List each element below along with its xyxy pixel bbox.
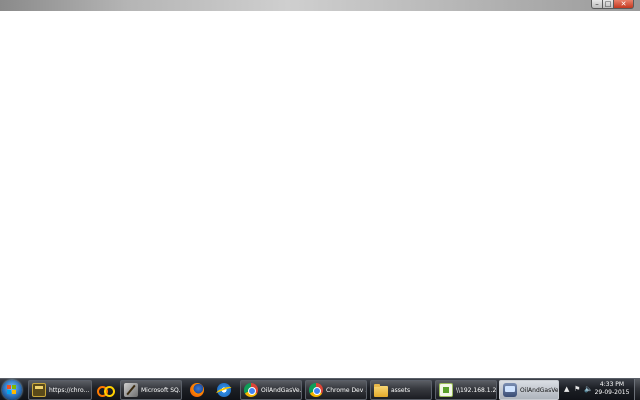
minimize-button[interactable]: – [591, 0, 603, 9]
clock-time: 4:33 PM [599, 381, 625, 388]
taskbar-item-label: https://chro... [49, 386, 90, 394]
taskbar-item-pinned-app[interactable] [94, 380, 116, 400]
taskbar-item-label: Microsoft SQ... [141, 386, 181, 394]
windows-logo-icon [7, 385, 17, 395]
window-title-bar[interactable]: – □ ✕ [0, 0, 640, 11]
maximize-button[interactable]: □ [603, 0, 614, 9]
taskbar-item-internet-explorer[interactable] [213, 380, 235, 400]
taskbar-item-label: OilAndGasVeri... [520, 386, 558, 394]
action-center-flag-icon[interactable]: ⚑ [574, 385, 580, 394]
clock[interactable]: 4:33 PM 29-09-2015 [592, 381, 632, 397]
system-tray: ▲ ⚑ 🔈 4:33 PM 29-09-2015 [562, 379, 640, 400]
chrome-icon [309, 383, 323, 397]
taskbar-item-label: assets [391, 386, 411, 394]
firefox-icon [190, 383, 204, 397]
taskbar-item-remote-desktop[interactable]: OilAndGasVeri... [499, 380, 559, 400]
taskbar-item-label: \\192.168.1.2... [456, 386, 496, 394]
blank-page-content [0, 11, 640, 378]
taskbar-item-network-share[interactable]: \\192.168.1.2... [435, 380, 497, 400]
show-hidden-icons-chevron-icon[interactable]: ▲ [564, 385, 569, 394]
remote-desktop-icon [503, 383, 517, 397]
taskbar-item-sql-server[interactable]: Microsoft SQ... [120, 380, 182, 400]
internet-explorer-icon [217, 383, 231, 397]
taskbar-item-assets-folder[interactable]: assets [370, 380, 432, 400]
taskbar: https://chro... Microsoft SQ... OilAndGa… [0, 378, 640, 400]
window-controls: – □ ✕ [591, 0, 634, 9]
clock-date: 29-09-2015 [594, 389, 630, 396]
taskbar-item-chrome-app[interactable]: OilAndGasVe... [240, 380, 302, 400]
tools-icon [124, 383, 138, 397]
show-desktop-button[interactable] [634, 379, 640, 400]
start-button[interactable] [2, 380, 22, 400]
close-button[interactable]: ✕ [614, 0, 634, 9]
document-icon [439, 383, 453, 397]
taskbar-item-chrome-devtools[interactable]: Chrome Dev ... [305, 380, 367, 400]
taskbar-item-browser-window[interactable]: https://chro... [28, 380, 92, 400]
taskbar-item-firefox[interactable] [186, 380, 208, 400]
window-icon [32, 383, 46, 397]
taskbar-item-label: Chrome Dev ... [326, 386, 366, 394]
taskbar-item-label: OilAndGasVe... [261, 386, 301, 394]
folder-icon [374, 383, 388, 397]
chrome-icon [244, 383, 258, 397]
infinity-icon [97, 383, 115, 397]
